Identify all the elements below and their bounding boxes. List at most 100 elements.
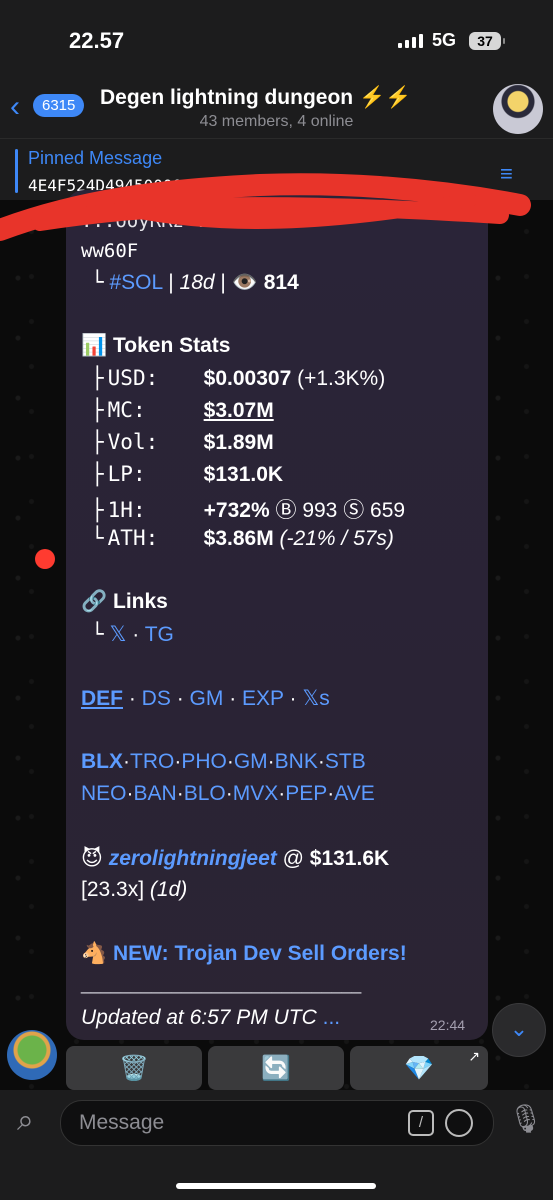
- bot-link-stb[interactable]: STB: [325, 750, 366, 773]
- tree-branch: ├: [91, 366, 104, 390]
- schedule-icon[interactable]: [445, 1109, 473, 1137]
- chevron-down-icon: ⌄: [509, 1016, 529, 1041]
- stat-value: $3.86M: [203, 527, 274, 550]
- bot-link-pho[interactable]: PHO: [181, 750, 227, 773]
- message-time: 22:44: [430, 1017, 466, 1033]
- separator-dot: ·: [225, 782, 233, 805]
- stat-key: MC:: [107, 398, 146, 422]
- views-count: 814: [263, 271, 299, 294]
- attach-icon[interactable]: ⌕: [17, 1104, 34, 1138]
- stat-key: ATH:: [107, 526, 159, 550]
- expand-more-link[interactable]: ...: [323, 1006, 341, 1029]
- separator-dot: ·: [226, 750, 234, 773]
- battery-icon: 37: [469, 32, 505, 50]
- token-stat-row: ├ LP: $131.0K: [81, 462, 283, 487]
- exp-link[interactable]: EXP: [242, 687, 284, 710]
- pinned-label: Pinned Message: [28, 148, 163, 168]
- tree-branch: ├: [91, 398, 104, 422]
- bot-link-tro[interactable]: TRO: [130, 750, 174, 773]
- links-row: └ 𝕏 · TG: [91, 622, 174, 646]
- stat-value: $131.0K: [203, 463, 284, 486]
- ds-link[interactable]: DS: [142, 687, 171, 710]
- caller-multiple: [23.3x]: [81, 878, 145, 901]
- x-link[interactable]: 𝕏: [110, 623, 127, 646]
- bot-link-blx[interactable]: BLX: [81, 750, 123, 773]
- eye-icon: 👁️: [231, 271, 258, 294]
- microphone-icon[interactable]: 🎙: [508, 1102, 544, 1135]
- chart-icon: 📊: [81, 334, 108, 357]
- token-age: 18d: [179, 271, 215, 294]
- link-icon: 🔗: [81, 590, 108, 613]
- bot-avatar[interactable]: [7, 1030, 57, 1080]
- pin-list-icon[interactable]: ≡: [500, 161, 513, 187]
- refresh-button[interactable]: 🔄: [208, 1046, 344, 1090]
- trash-icon: 🗑️: [119, 1054, 149, 1082]
- links-title: Links: [113, 590, 168, 613]
- promo-line: 🐴 NEW: Trojan Dev Sell Orders!: [81, 942, 407, 966]
- caller-price: $131.6K: [309, 847, 390, 870]
- divider-line: ____________________________: [81, 974, 362, 994]
- links-header: 🔗 Links: [81, 590, 168, 614]
- separator-dot: ·: [126, 782, 134, 805]
- bot-link-blo[interactable]: BLO: [184, 782, 226, 805]
- stat-value: +732%: [203, 499, 270, 522]
- stat-extra: (+1.3K%): [297, 367, 386, 390]
- stat-key: 1H:: [107, 498, 146, 522]
- message-bubble[interactable]: [66, 190, 488, 1040]
- message-placeholder: Message: [79, 1111, 165, 1134]
- tree-branch: ├: [91, 498, 104, 522]
- stat-extra: (-21% / 57s): [279, 527, 394, 550]
- xs-link[interactable]: 𝕏s: [302, 687, 329, 710]
- bot-link-ave[interactable]: AVE: [334, 782, 374, 805]
- stat-extra: Ⓑ 993 Ⓢ 659: [275, 499, 406, 522]
- tree-branch: └: [91, 270, 104, 294]
- red-marker: [35, 549, 55, 569]
- caller-name-link[interactable]: zerolightningjeet: [109, 847, 277, 870]
- bot-link-ban[interactable]: BAN: [134, 782, 177, 805]
- updated-line: Updated at 6:57 PM UTC ...: [81, 1006, 340, 1030]
- bot-link-bnk[interactable]: BNK: [275, 750, 318, 773]
- token-stat-row: ├ 1H: +732% Ⓑ 993 Ⓢ 659: [81, 494, 405, 524]
- tag-line: └ #SOL | 18d | 👁️ 814: [91, 270, 299, 294]
- def-link[interactable]: DEF: [81, 687, 123, 710]
- tg-link[interactable]: TG: [145, 623, 174, 646]
- separator-dot: ·: [176, 782, 184, 805]
- message-partial-line-2: ww60F: [81, 240, 139, 262]
- token-stat-row: ├ Vol: $1.89M: [81, 430, 274, 455]
- network-type: 5G: [432, 30, 457, 50]
- stat-value[interactable]: $3.07M: [204, 399, 274, 422]
- caller-multiple-line: [23.3x] (1d): [81, 878, 187, 902]
- bot-link-gm[interactable]: GM: [234, 750, 268, 773]
- sol-tag-link[interactable]: #SOL: [110, 271, 163, 294]
- bot-link-mvx[interactable]: MVX: [233, 782, 279, 805]
- token-stats-title: Token Stats: [113, 334, 231, 357]
- promo-link[interactable]: NEW: Trojan Dev Sell Orders!: [113, 942, 407, 965]
- chat-header: ‹ 6315 Degen lightning dungeon ⚡️⚡️ 43 m…: [0, 80, 553, 138]
- stat-value: $0.00307: [203, 367, 292, 390]
- stat-key: LP:: [107, 462, 146, 486]
- commands-icon[interactable]: /: [408, 1110, 434, 1136]
- group-avatar[interactable]: [493, 84, 543, 134]
- devil-icon: 😈: [81, 847, 103, 870]
- horse-icon: 🐴: [81, 942, 108, 965]
- scroll-down-button[interactable]: ⌄: [492, 1003, 546, 1057]
- bot-link-pep[interactable]: PEP: [285, 782, 327, 805]
- separator-dot: ·: [317, 750, 325, 773]
- gm-link[interactable]: GM: [190, 687, 224, 710]
- stat-value: $1.89M: [203, 431, 274, 454]
- refresh-icon: 🔄: [261, 1054, 291, 1082]
- gem-button[interactable]: 💎 ↗: [350, 1046, 488, 1090]
- caller-at: @: [282, 847, 304, 870]
- pinned-indicator: [15, 149, 18, 193]
- message-input[interactable]: Message /: [60, 1100, 494, 1146]
- chat-title[interactable]: Degen lightning dungeon ⚡️⚡️: [100, 86, 411, 110]
- delete-button[interactable]: 🗑️: [66, 1046, 202, 1090]
- bot-links-row-1: BLX·TRO·PHO·GM·BNK·STB: [81, 750, 366, 774]
- home-indicator: [176, 1183, 376, 1189]
- caller-line: 😈 zerolightningjeet @ $131.6K: [81, 846, 389, 871]
- token-stat-row: └ ATH: $3.86M (-21% / 57s): [81, 526, 394, 551]
- tree-branch: ├: [91, 430, 104, 454]
- stat-key: Vol:: [107, 430, 159, 454]
- token-stat-row: ├ USD: $0.00307 (+1.3K%): [81, 366, 385, 391]
- bot-link-neo[interactable]: NEO: [81, 782, 127, 805]
